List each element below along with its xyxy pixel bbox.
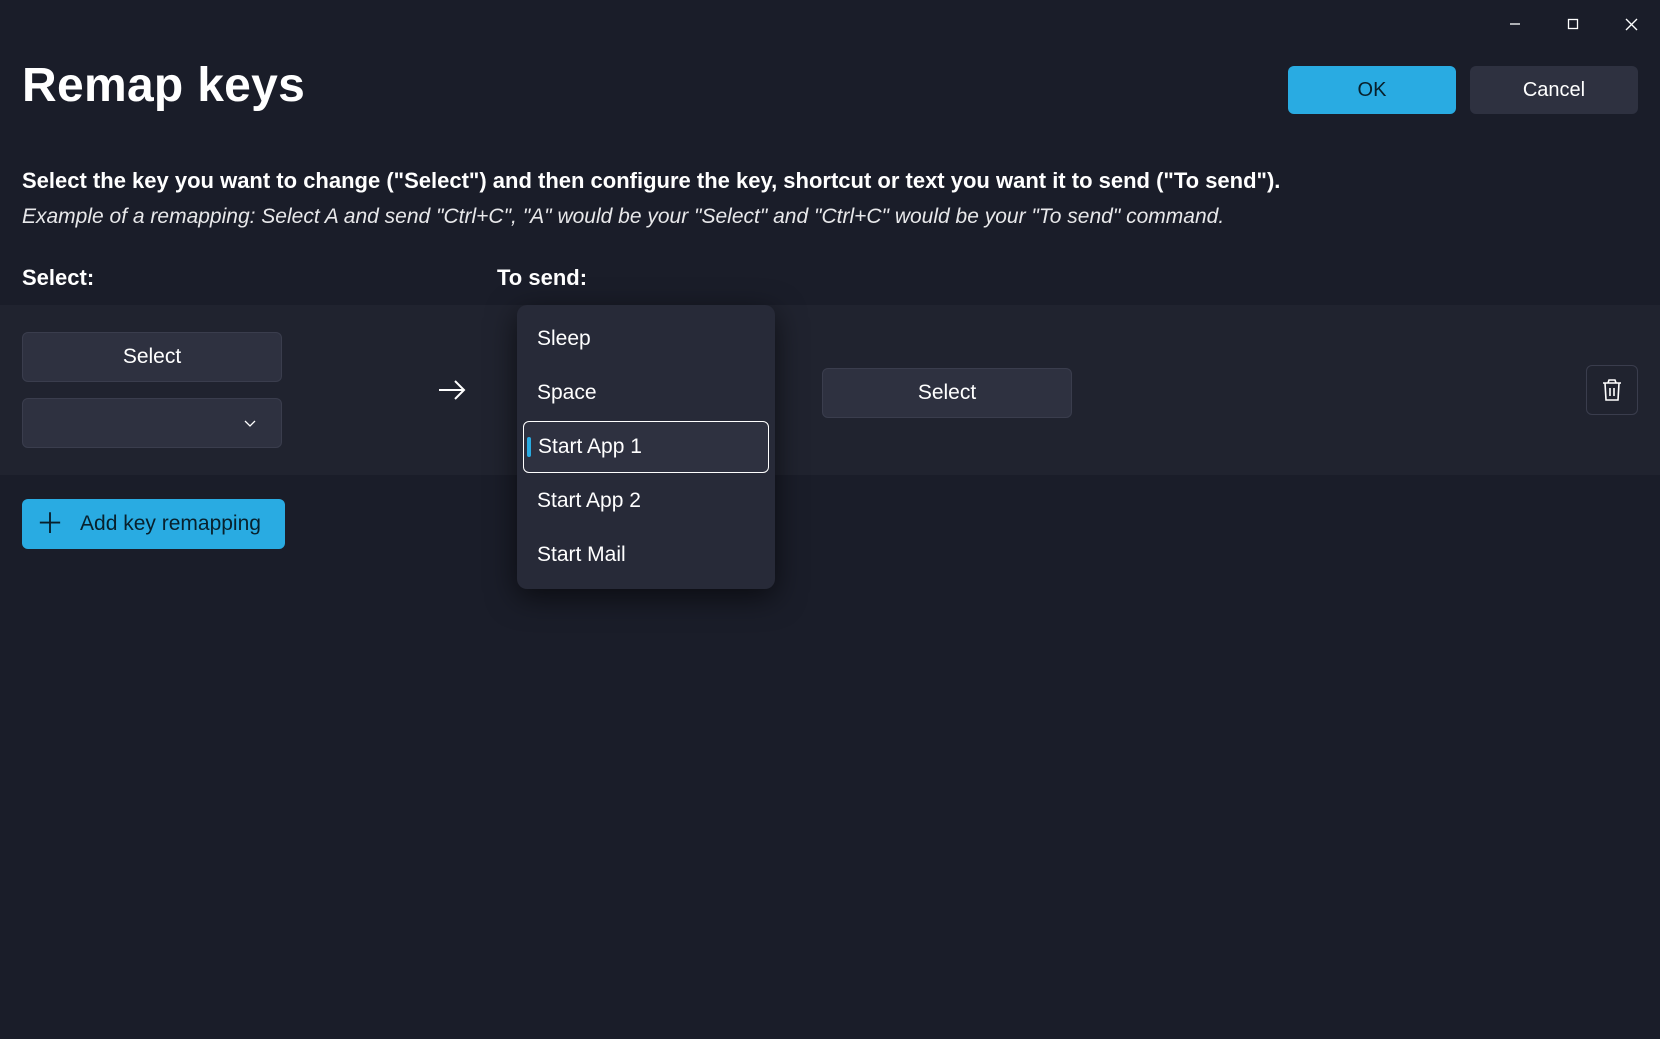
instructions: Select the key you want to change ("Sele…: [0, 114, 1660, 237]
remap-keys-window: Remap keys OK Cancel Select the key you …: [0, 0, 1660, 1039]
page-title: Remap keys: [22, 58, 305, 113]
titlebar: [0, 0, 1660, 48]
column-tosend-header: To send:: [497, 265, 1638, 291]
action-buttons: OK Cancel: [1288, 66, 1638, 114]
dropdown-item-sleep[interactable]: Sleep: [523, 313, 769, 365]
minimize-button[interactable]: [1486, 0, 1544, 48]
dropdown-item-start-app-1[interactable]: Start App 1: [523, 421, 769, 473]
header: Remap keys OK Cancel: [0, 48, 1660, 114]
select-column: Select: [22, 332, 392, 448]
plus-icon: ＋: [36, 510, 64, 538]
maximize-button[interactable]: [1544, 0, 1602, 48]
dropdown-item-start-mail[interactable]: Start Mail: [523, 529, 769, 581]
instructions-main: Select the key you want to change ("Sele…: [22, 164, 1638, 197]
close-icon: [1625, 18, 1638, 31]
add-key-remapping-button[interactable]: ＋ Add key remapping: [22, 499, 285, 549]
footer: ＋ Add key remapping: [0, 475, 1660, 573]
minimize-icon: [1509, 18, 1521, 30]
arrow-icon: [392, 377, 512, 403]
key-dropdown[interactable]: [22, 398, 282, 448]
instructions-example: Example of a remapping: Select A and sen…: [22, 197, 1638, 237]
select-key-button[interactable]: Select: [22, 332, 282, 382]
maximize-icon: [1567, 18, 1579, 30]
columns-header: Select: To send:: [0, 237, 1660, 305]
close-button[interactable]: [1602, 0, 1660, 48]
key-dropdown-popup: Sleep Space Start App 1 Start App 2 Star…: [517, 305, 775, 589]
trash-icon: [1601, 378, 1623, 402]
tosend-select-button[interactable]: Select: [822, 368, 1072, 418]
delete-column: [1586, 365, 1638, 415]
dropdown-item-space[interactable]: Space: [523, 367, 769, 419]
column-select-header: Select:: [22, 265, 497, 291]
ok-button[interactable]: OK: [1288, 66, 1456, 114]
dropdown-item-start-app-2[interactable]: Start App 2: [523, 475, 769, 527]
add-button-label: Add key remapping: [80, 512, 261, 536]
delete-row-button[interactable]: [1586, 365, 1638, 415]
cancel-button[interactable]: Cancel: [1470, 66, 1638, 114]
mapping-row: Select Select: [0, 305, 1660, 475]
chevron-down-icon: [243, 416, 257, 430]
